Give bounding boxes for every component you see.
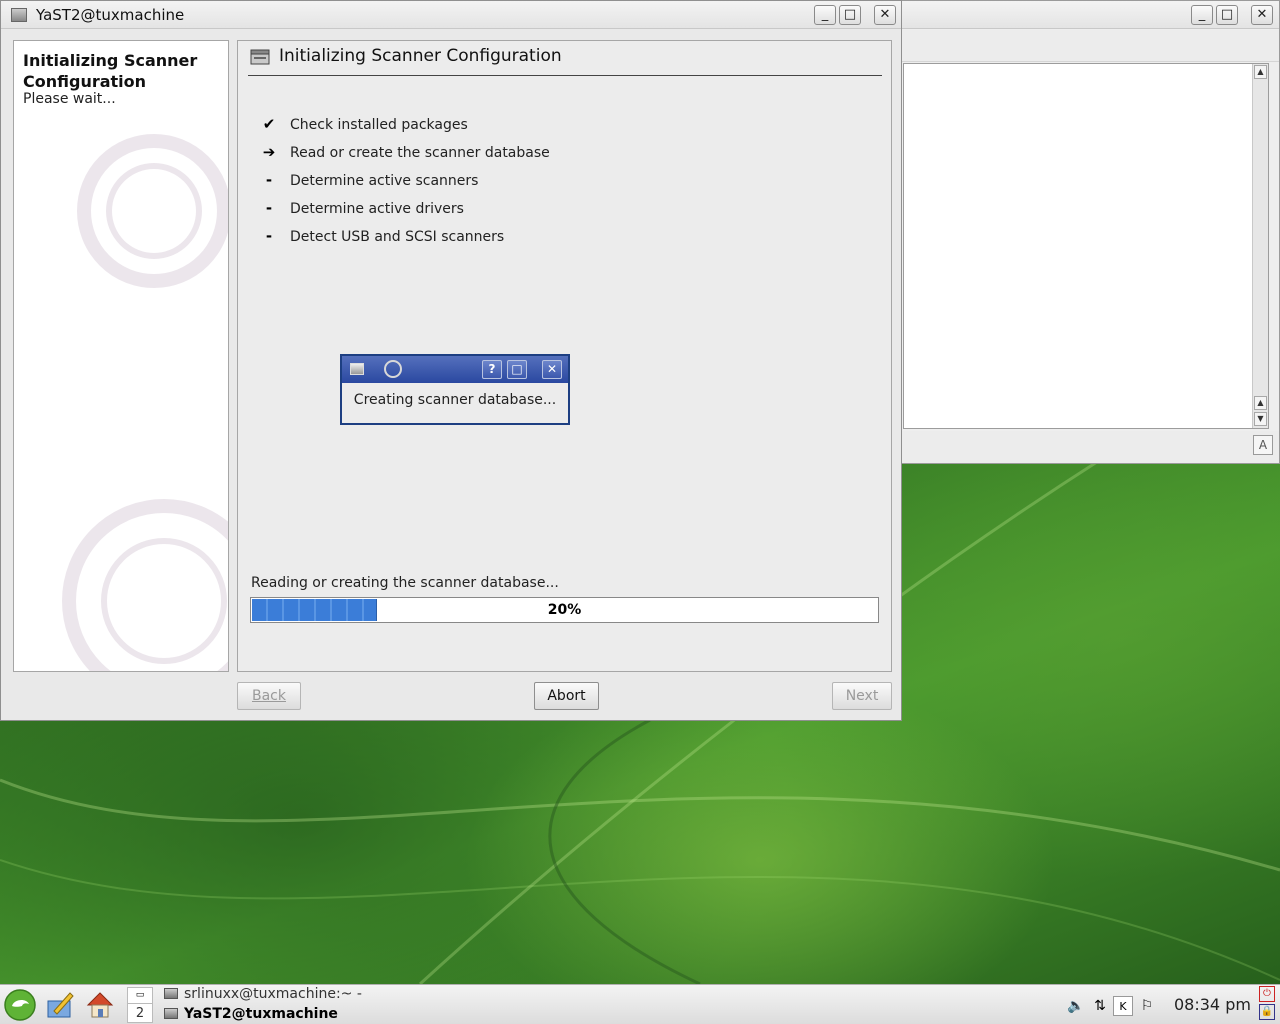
- terminal-icon: [164, 988, 178, 999]
- step-item: - Detect USB and SCSI scanners: [252, 227, 852, 251]
- scanner-icon: [164, 1008, 178, 1019]
- main-window-titlebar[interactable]: YaST2@tuxmachine _ □ ✕: [1, 1, 901, 29]
- minimize-icon[interactable]: _: [1191, 5, 1213, 25]
- popup-titlebar[interactable]: ? □ ✕: [342, 356, 568, 383]
- taskbar-task-terminal[interactable]: srlinuxx@tuxmachine:~ - S: [164, 985, 364, 1004]
- minimize-icon[interactable]: _: [814, 5, 836, 25]
- back-button[interactable]: Back: [237, 682, 301, 710]
- help-panel: Initializing Scanner Configuration Pleas…: [13, 40, 229, 672]
- maximize-icon[interactable]: □: [839, 5, 861, 25]
- next-button[interactable]: Next: [832, 682, 892, 710]
- close-icon[interactable]: ✕: [1251, 5, 1273, 25]
- task-label: YaST2@tuxmachine: [184, 1006, 338, 1022]
- step-item: - Determine active drivers: [252, 199, 852, 223]
- back-button-label: Back: [252, 688, 286, 704]
- step-item: ➔ Read or create the scanner database: [252, 143, 852, 167]
- desktop-number[interactable]: 2: [128, 1005, 152, 1022]
- scroll-up-icon[interactable]: ▲: [1254, 396, 1267, 410]
- font-settings-icon[interactable]: A: [1253, 435, 1273, 455]
- desktop-preview-icon[interactable]: ▭: [128, 988, 152, 1004]
- help-body: Please wait...: [23, 91, 116, 107]
- close-icon[interactable]: ✕: [874, 5, 896, 25]
- maximize-icon[interactable]: □: [1216, 5, 1238, 25]
- scanner-icon: [11, 8, 27, 22]
- checkmark-icon: ✔: [262, 115, 276, 133]
- taskbar-task-yast[interactable]: YaST2@tuxmachine: [164, 1005, 364, 1024]
- taskbar: ▭ 2 srlinuxx@tuxmachine:~ - S YaST2@tuxm…: [0, 984, 1280, 1024]
- heading-divider: [248, 75, 882, 76]
- step-item: ✔ Check installed packages: [252, 115, 852, 139]
- dash-icon: -: [265, 227, 273, 245]
- progress-label: Reading or creating the scanner database…: [251, 575, 559, 591]
- step-label: Check installed packages: [290, 117, 468, 133]
- session-icons: ⏻ 🔒: [1259, 986, 1277, 1023]
- step-label: Read or create the scanner database: [290, 145, 550, 161]
- progress-percent: 20%: [547, 602, 582, 618]
- help-title: Initializing Scanner Configuration: [23, 51, 198, 91]
- lifebuoy-watermark-icon: [62, 134, 228, 671]
- dash-icon: -: [265, 171, 273, 189]
- abort-button[interactable]: Abort: [534, 682, 599, 710]
- close-icon[interactable]: ✕: [542, 360, 562, 379]
- arrow-right-icon: ➔: [262, 143, 276, 161]
- volume-icon[interactable]: 🔈: [1066, 996, 1086, 1016]
- step-label: Determine active scanners: [290, 173, 479, 189]
- step-label: Detect USB and SCSI scanners: [290, 229, 505, 245]
- background-text-area[interactable]: ▲ ▲ ▼: [903, 63, 1269, 429]
- step-label: Determine active drivers: [290, 201, 464, 217]
- scroll-down-icon[interactable]: ▼: [1254, 412, 1267, 426]
- task-label: srlinuxx@tuxmachine:~ - S: [184, 986, 364, 1002]
- background-window-titlebar[interactable]: _ □ ✕: [896, 1, 1279, 29]
- background-status-bar: A: [896, 431, 1279, 463]
- maximize-icon[interactable]: □: [507, 360, 527, 379]
- opensuse-gecko-icon[interactable]: [4, 989, 36, 1021]
- dash-icon: -: [265, 199, 273, 217]
- vertical-scrollbar[interactable]: ▲ ▲ ▼: [1252, 64, 1268, 428]
- klipper-icon[interactable]: K: [1113, 996, 1133, 1016]
- taskbar-clock[interactable]: 08:34 pm: [1174, 995, 1251, 1014]
- background-window[interactable]: _ □ ✕ ▲ ▲ ▼ A: [895, 0, 1280, 464]
- progress-bar: 20%: [250, 597, 879, 623]
- background-toolbar: [896, 30, 1279, 62]
- scanner-icon: [350, 363, 364, 375]
- page-title: Initializing Scanner Configuration: [279, 46, 562, 66]
- yast-logo-icon: [384, 360, 402, 378]
- lock-icon[interactable]: 🔒: [1259, 1004, 1275, 1020]
- window-title: YaST2@tuxmachine: [36, 6, 185, 24]
- popup-message: Creating scanner database...: [353, 392, 557, 408]
- shutdown-icon[interactable]: ⏻: [1259, 986, 1275, 1002]
- network-icon[interactable]: ⇅: [1090, 996, 1110, 1016]
- kde-writer-icon[interactable]: [44, 989, 76, 1021]
- help-icon[interactable]: ?: [482, 360, 502, 379]
- step-item: - Determine active scanners: [252, 171, 852, 195]
- desktop-pager[interactable]: ▭ 2: [127, 987, 153, 1023]
- update-icon[interactable]: ⚐: [1137, 996, 1157, 1016]
- scroll-up-icon[interactable]: ▲: [1254, 65, 1267, 79]
- scanner-icon: [250, 49, 270, 65]
- home-folder-icon[interactable]: [84, 989, 116, 1021]
- progress-popup-dialog[interactable]: ? □ ✕ Creating scanner database...: [340, 354, 570, 425]
